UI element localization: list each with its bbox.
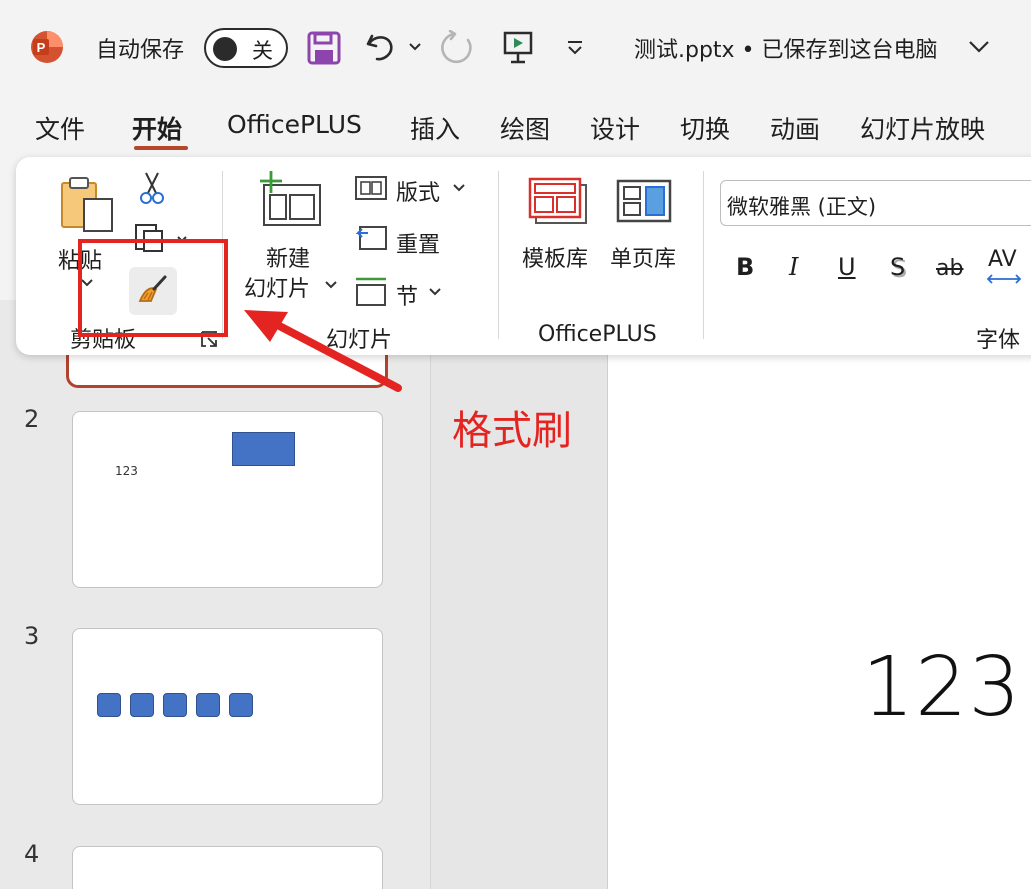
save-icon[interactable] <box>306 30 342 66</box>
thumbnail-rectangle-shape <box>232 432 295 466</box>
powerpoint-logo-icon: P <box>31 31 63 63</box>
single-page-library-button[interactable]: 单页库 <box>610 241 676 273</box>
thumbnail-text: 123 <box>115 464 138 478</box>
template-library-icon[interactable] <box>528 177 590 227</box>
title-bar: P 自动保存 关 测试.pptx • 已保存到这台电脑 <box>0 0 1031 96</box>
annotation-label: 格式刷 <box>452 408 572 454</box>
chevron-down-icon[interactable] <box>968 40 990 54</box>
tab-design[interactable]: 设计 <box>590 110 640 146</box>
group-separator <box>498 171 499 339</box>
single-page-library-icon[interactable] <box>614 177 676 227</box>
italic-button[interactable]: I <box>789 253 798 281</box>
autosave-state: 关 <box>252 39 273 63</box>
tab-file[interactable]: 文件 <box>35 110 85 146</box>
officeplus-group-label: OfficePLUS <box>538 322 657 347</box>
slides-group-label: 幻灯片 <box>326 328 393 353</box>
layout-dropdown-icon[interactable] <box>452 183 466 193</box>
active-tab-indicator <box>134 146 188 150</box>
new-slide-dropdown-icon[interactable] <box>324 280 338 290</box>
thumbnail-square-shape <box>229 693 253 717</box>
slideshow-icon[interactable] <box>502 30 534 66</box>
section-button[interactable]: 节 <box>396 279 418 311</box>
redo-icon[interactable] <box>440 30 478 66</box>
thumbnail-square-shape <box>130 693 154 717</box>
character-spacing-arrows-icon <box>986 274 1022 284</box>
tab-officeplus[interactable]: OfficePLUS <box>227 110 362 139</box>
tab-home[interactable]: 开始 <box>132 110 182 146</box>
template-library-button[interactable]: 模板库 <box>522 241 588 273</box>
strikethrough-button[interactable]: ab <box>936 256 963 281</box>
slide-number: 4 <box>24 840 40 868</box>
tab-draw[interactable]: 绘图 <box>500 110 550 146</box>
font-name-dropdown[interactable]: 微软雅黑 (正文) <box>720 180 1031 226</box>
new-slide-label-2[interactable]: 幻灯片 <box>244 271 310 303</box>
section-dropdown-icon[interactable] <box>428 287 442 297</box>
slide-number: 3 <box>24 622 40 650</box>
autosave-label: 自动保存 <box>96 38 185 63</box>
text-shadow-button[interactable]: S <box>890 253 905 281</box>
reset-button[interactable]: 重置 <box>396 227 440 259</box>
svg-text:P: P <box>37 40 46 55</box>
tab-transitions[interactable]: 切换 <box>680 110 730 146</box>
group-separator <box>703 171 704 339</box>
thumbnail-square-shape <box>97 693 121 717</box>
slide-thumbnail-2[interactable]: 123 <box>72 411 383 588</box>
layout-button[interactable]: 版式 <box>396 175 440 207</box>
customize-toolbar-icon[interactable] <box>566 40 584 56</box>
slide-canvas[interactable]: 123 <box>607 300 1031 889</box>
toggle-knob <box>213 37 237 61</box>
character-spacing-button[interactable]: AV <box>988 247 1017 272</box>
cut-icon[interactable] <box>138 171 166 205</box>
autosave-toggle[interactable]: 关 <box>204 28 288 68</box>
slide-number: 2 <box>24 405 40 433</box>
ribbon-tabs: 文件 开始 OfficePLUS 插入 绘图 设计 切换 动画 幻灯片放映 <box>0 100 1031 152</box>
slide-thumbnail-4[interactable] <box>72 846 383 889</box>
slide-thumbnail-3[interactable] <box>72 628 383 805</box>
new-slide-label[interactable]: 新建 <box>266 241 310 273</box>
undo-icon[interactable] <box>364 30 400 64</box>
paste-icon[interactable] <box>58 173 118 235</box>
document-title[interactable]: 测试.pptx • 已保存到这台电脑 <box>634 32 938 64</box>
undo-dropdown-icon[interactable] <box>408 42 422 52</box>
thumbnail-square-shape <box>163 693 187 717</box>
canvas-text-box[interactable]: 123 <box>862 640 1022 735</box>
new-slide-icon[interactable] <box>256 171 322 227</box>
workspace-background <box>431 300 607 889</box>
font-group-label: 字体 <box>976 328 1021 353</box>
bold-button[interactable]: B <box>736 253 754 281</box>
font-name-value: 微软雅黑 (正文) <box>727 195 877 219</box>
reset-icon[interactable] <box>354 223 388 253</box>
underline-button[interactable]: U <box>838 253 856 281</box>
section-icon[interactable] <box>354 275 388 307</box>
tab-slideshow[interactable]: 幻灯片放映 <box>860 110 985 146</box>
tab-insert[interactable]: 插入 <box>410 110 460 146</box>
annotation-highlight-box <box>78 239 228 337</box>
tab-animations[interactable]: 动画 <box>770 110 820 146</box>
thumbnail-square-shape <box>196 693 220 717</box>
layout-icon[interactable] <box>354 173 388 203</box>
